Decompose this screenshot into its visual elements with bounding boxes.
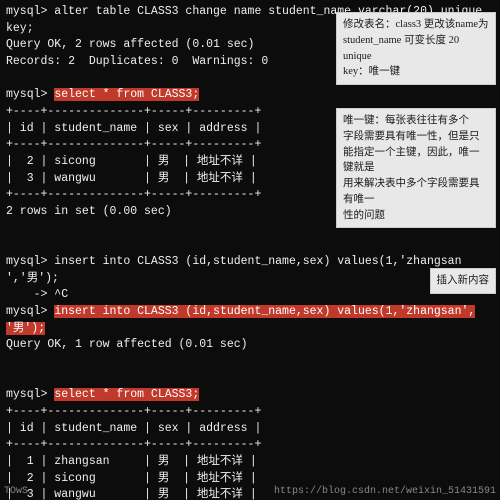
comment-rename: 修改表名：class3 更改该name为student_name 可变长度 20… bbox=[336, 12, 496, 85]
cmd-select1: select * from CLASS3; bbox=[54, 88, 199, 101]
line-ok2: Query OK, 1 row affected (0.01 sec) bbox=[6, 337, 494, 354]
comment-insert: 插入新内容 bbox=[430, 268, 497, 294]
cmd-insert-cont: '男'); bbox=[6, 322, 45, 335]
blank-3 bbox=[6, 237, 494, 254]
blank-4 bbox=[6, 354, 494, 371]
table2-border-2: +----+--------------+-----+---------+ bbox=[6, 437, 494, 454]
table2-border-1: +----+--------------+-----+---------+ bbox=[6, 404, 494, 421]
table2-header: | id | student_name | sex | address | bbox=[6, 421, 494, 438]
table2-row-1: | 1 | zhangsan | 男 | 地址不详 | bbox=[6, 454, 494, 471]
terminal: mysql> alter table CLASS3 change name st… bbox=[0, 0, 500, 500]
cmd-select2: select * from CLASS3; bbox=[54, 388, 199, 401]
line-insert1: mysql> insert into CLASS3 (id,student_na… bbox=[6, 254, 494, 271]
line-insert2: mysql> insert into CLASS3 (id,student_na… bbox=[6, 304, 494, 321]
line-insert1b: ','男'); bbox=[6, 271, 494, 288]
line-insert2b: '男'); bbox=[6, 321, 494, 338]
table2-row-2: | 2 | sicong | 男 | 地址不详 | bbox=[6, 471, 494, 488]
line-select2: mysql> select * from CLASS3; bbox=[6, 387, 494, 404]
line-5: mysql> select * from CLASS3; bbox=[6, 87, 494, 104]
blank-5 bbox=[6, 371, 494, 388]
cmd-insert: insert into CLASS3 (id,student_name,sex)… bbox=[54, 305, 475, 318]
footer-url: https://blog.csdn.net/weixin_51431591 bbox=[274, 486, 496, 497]
comment-unique-key: 唯一键：每张表往往有多个字段需要具有唯一性，但是只能指定一个主键，因此，唯一键就… bbox=[336, 108, 496, 228]
footer-brand: TOwS bbox=[4, 486, 28, 497]
line-arrow: -> ^C bbox=[6, 287, 494, 304]
